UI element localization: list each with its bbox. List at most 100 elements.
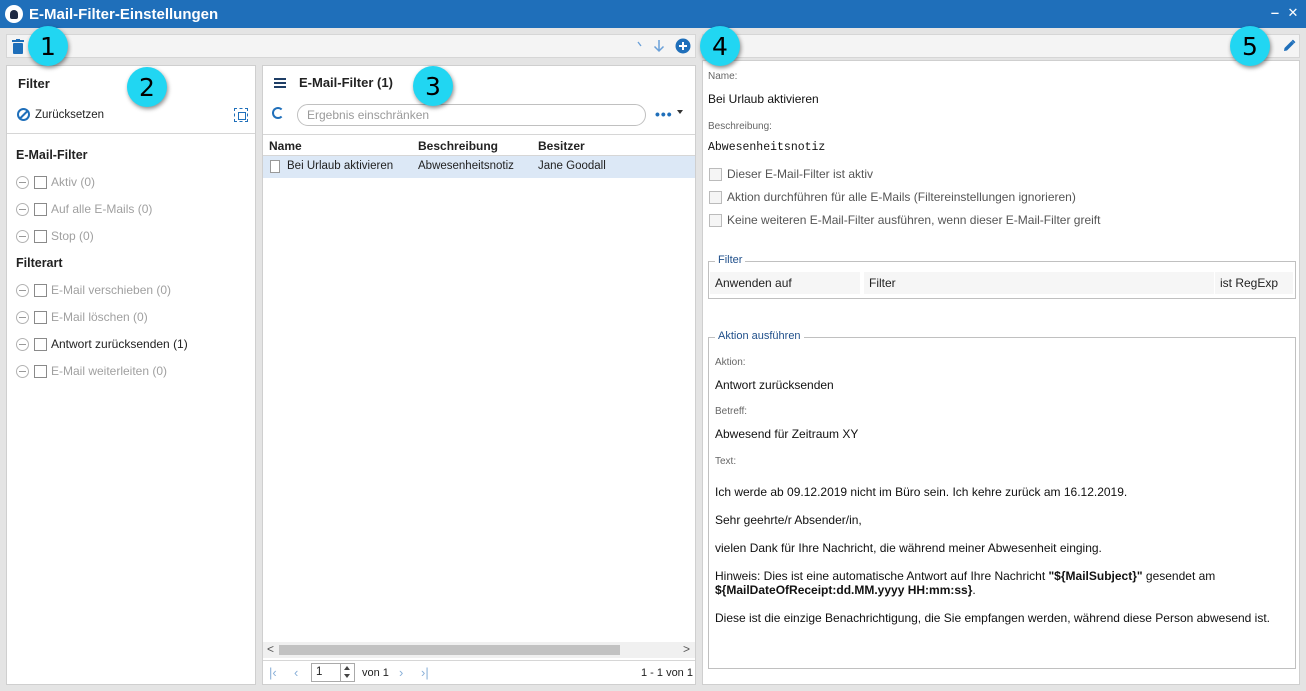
check-all-mails[interactable]: Aktion durchführen für alle E-Mails (Fil… [709, 190, 1076, 204]
text-hint: Hinweis: Dies ist eine automatische Antw… [715, 569, 1295, 597]
exclude-icon[interactable] [16, 202, 29, 216]
check-label: Keine weiteren E-Mail-Filter ausführen, … [727, 213, 1101, 227]
prev-page-icon[interactable]: ‹ [294, 665, 298, 680]
exclude-icon[interactable] [16, 310, 29, 324]
list-panel: E-Mail-Filter (1) ••• Name Beschreibung … [262, 65, 696, 685]
text-line: Sehr geehrte/r Absender/in, [715, 513, 862, 527]
filter-item-stop[interactable]: Stop (0) [16, 229, 94, 243]
filter-item-loeschen[interactable]: E-Mail löschen (0) [16, 310, 148, 324]
checkbox[interactable] [34, 202, 47, 216]
checkbox[interactable] [34, 337, 47, 351]
list-title: E-Mail-Filter (1) [299, 75, 393, 90]
close-button[interactable]: ✕ [1286, 5, 1300, 21]
checkbox[interactable] [34, 283, 47, 297]
action-fieldset: Aktion ausführen Aktion: Antwort zurücks… [708, 330, 1296, 669]
reset-label: Zurücksetzen [35, 108, 105, 121]
hint-text: Hinweis: Dies ist eine automatische Antw… [715, 569, 1049, 583]
checkbox[interactable] [709, 190, 722, 204]
page-total: von 1 [362, 667, 389, 679]
scrollbar-thumb[interactable] [279, 645, 620, 655]
check-active[interactable]: Dieser E-Mail-Filter ist aktiv [709, 167, 873, 181]
filter-panel: Filter Zurücksetzen E-Mail-Filter Aktiv … [6, 65, 256, 685]
trash-icon[interactable] [11, 38, 25, 54]
filter-item-label: Antwort zurücksenden (1) [51, 337, 188, 351]
document-icon [270, 160, 280, 173]
pencil-icon[interactable] [1281, 38, 1297, 54]
check-stop[interactable]: Keine weiteren E-Mail-Filter ausführen, … [709, 213, 1100, 227]
checkbox[interactable] [34, 175, 47, 189]
next-page-icon[interactable]: › [399, 665, 403, 680]
filter-panel-title: Filter [18, 76, 50, 91]
arrow-down-icon[interactable] [652, 38, 666, 54]
select-all-icon[interactable] [234, 108, 248, 122]
exclude-icon[interactable] [16, 283, 29, 297]
first-page-icon[interactable]: |‹ [269, 665, 277, 680]
subject-value: Abwesend für Zeitraum XY [715, 427, 859, 441]
left-toolbar [6, 34, 696, 58]
exclude-icon[interactable] [16, 337, 29, 351]
table-header: Name Beschreibung Besitzer [263, 134, 695, 156]
divider [7, 133, 255, 134]
callout-badge-3: 3 [413, 66, 453, 106]
apply-on-field[interactable]: Anwenden auf [710, 272, 860, 294]
page-number-input[interactable]: 1 [311, 663, 355, 682]
chevron-down-icon[interactable] [677, 110, 683, 114]
more-options-icon[interactable]: ••• [655, 106, 673, 122]
filter-item-weiterleiten[interactable]: E-Mail weiterleiten (0) [16, 364, 167, 378]
detail-panel: Name: Bei Urlaub aktivieren Beschreibung… [702, 60, 1300, 685]
filter-item-label: Stop (0) [51, 229, 94, 243]
exclude-icon[interactable] [16, 229, 29, 243]
cell-description: Abwesenheitsnotiz [418, 160, 514, 172]
hint-variable-date: ${MailDateOfReceipt:dd.MM.yyyy HH:mm:ss} [715, 583, 973, 597]
column-header-name[interactable]: Name [269, 139, 302, 153]
reset-button[interactable]: Zurücksetzen [17, 108, 104, 121]
filter-item-antwort[interactable]: Antwort zurücksenden (1) [16, 337, 188, 351]
group-heading-filterart: Filterart [16, 256, 63, 270]
column-header-owner[interactable]: Besitzer [538, 139, 585, 153]
text-line: vielen Dank für Ihre Nachricht, die währ… [715, 541, 1102, 555]
menu-icon[interactable] [274, 78, 286, 88]
minimize-button[interactable]: ‒ [1268, 5, 1282, 21]
filter-item-label: Aktiv (0) [51, 175, 96, 189]
regexp-field[interactable]: ist RegExp [1215, 272, 1293, 294]
filter-item-label: E-Mail weiterleiten (0) [51, 364, 168, 378]
arrow-up-icon[interactable] [635, 39, 645, 53]
group-heading-email-filter: E-Mail-Filter [16, 148, 88, 162]
page-number-value: 1 [316, 666, 323, 678]
plus-circle-icon[interactable] [675, 37, 691, 55]
filter-legend: Filter [715, 254, 746, 266]
column-header-description[interactable]: Beschreibung [418, 139, 498, 153]
description-label: Beschreibung: [708, 121, 772, 132]
checkbox[interactable] [34, 310, 47, 324]
filter-item-verschieben[interactable]: E-Mail verschieben (0) [16, 283, 171, 297]
checkbox[interactable] [34, 364, 47, 378]
filter-item-label: E-Mail löschen (0) [51, 310, 148, 324]
exclude-icon[interactable] [16, 364, 29, 378]
table-row[interactable]: Bei Urlaub aktivieren Abwesenheitsnotiz … [263, 156, 695, 178]
filter-fieldset: Filter Anwenden auf Filter ist RegExp [708, 254, 1296, 299]
filter-item-aktiv[interactable]: Aktiv (0) [16, 175, 95, 189]
scroll-right-icon[interactable]: > [683, 642, 690, 656]
exclude-icon[interactable] [16, 175, 29, 189]
hint-variable-subject: "${MailSubject}" [1048, 569, 1143, 583]
refresh-icon[interactable] [272, 107, 284, 119]
app-logo-icon [5, 5, 23, 23]
checkbox[interactable] [34, 229, 47, 243]
check-label: Dieser E-Mail-Filter ist aktiv [727, 167, 874, 181]
hint-text: . [972, 583, 976, 597]
filter-field[interactable]: Filter [864, 272, 1214, 294]
checkbox[interactable] [709, 167, 722, 181]
filter-item-auf-alle[interactable]: Auf alle E-Mails (0) [16, 202, 152, 216]
horizontal-scrollbar[interactable]: < > [263, 642, 695, 658]
subject-label: Betreff: [715, 406, 748, 417]
last-page-icon[interactable]: ›| [421, 665, 429, 680]
page-spinner[interactable] [340, 664, 354, 681]
callout-badge-1: 1 [28, 26, 68, 66]
name-value: Bei Urlaub aktivieren [708, 92, 819, 106]
filter-item-label: E-Mail verschieben (0) [51, 283, 172, 297]
search-input[interactable] [297, 104, 646, 126]
filter-item-label: Auf alle E-Mails (0) [51, 202, 153, 216]
scroll-left-icon[interactable]: < [267, 642, 274, 656]
checkbox[interactable] [709, 213, 722, 227]
ban-icon [17, 108, 30, 121]
